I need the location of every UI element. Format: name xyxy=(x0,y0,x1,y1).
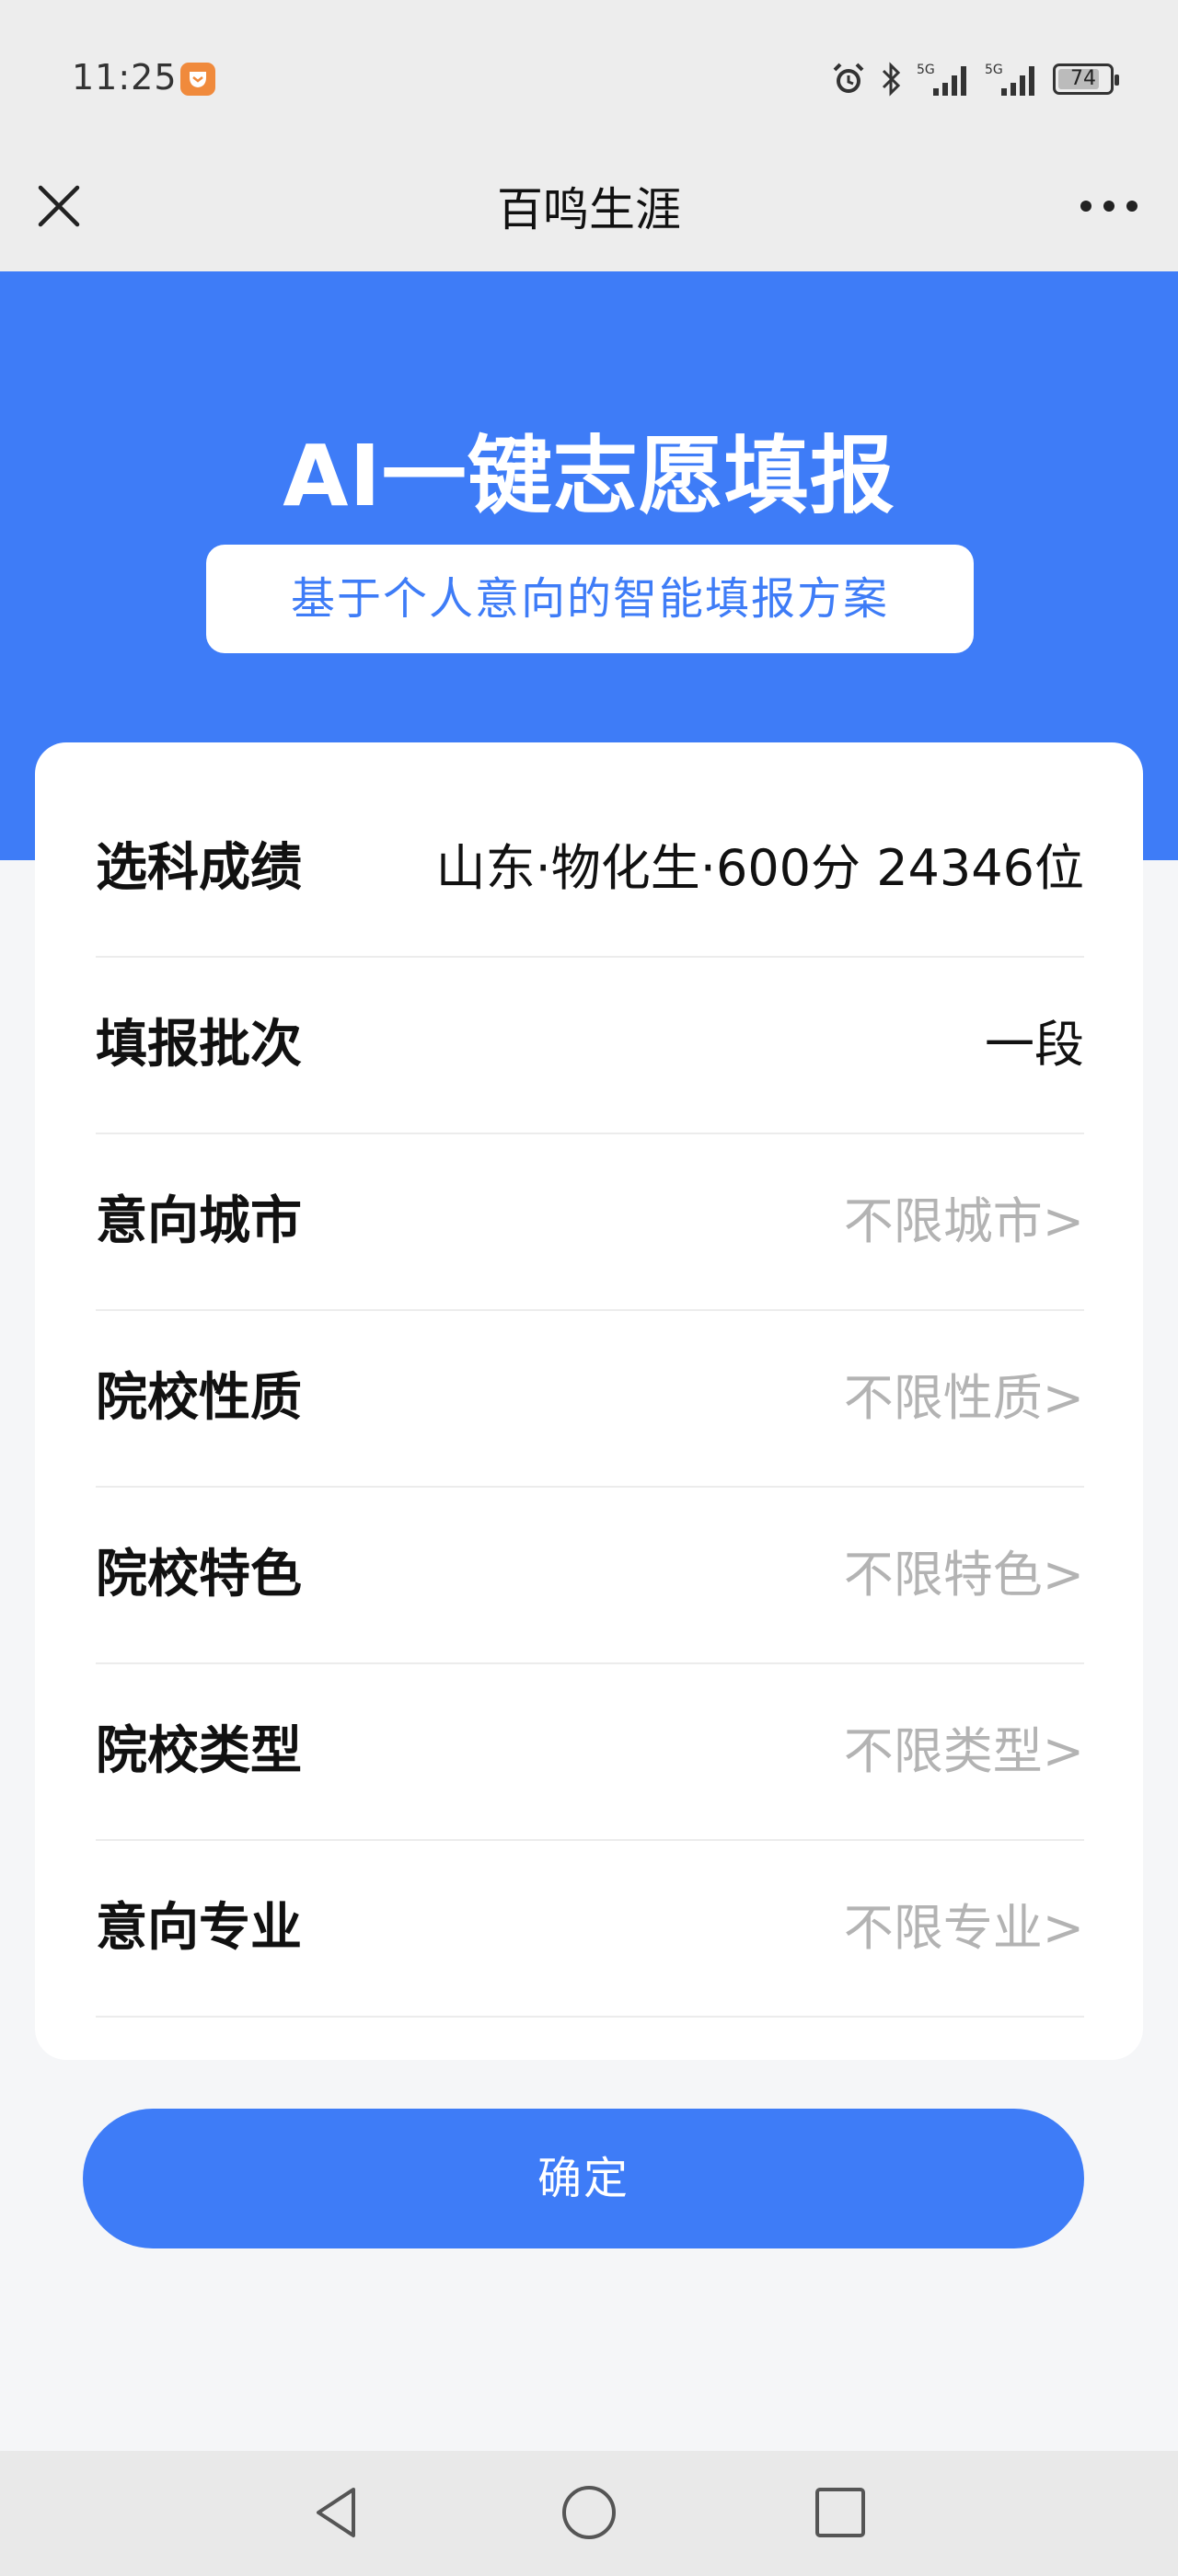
row-label: 院校类型 xyxy=(96,1721,302,1781)
hero-title: AI一键志愿填报 xyxy=(283,427,895,525)
form-row-school-feature[interactable]: 院校特色 不限特色> xyxy=(96,1488,1084,1664)
row-label: 填报批次 xyxy=(96,1015,302,1075)
row-value: 不限性质> xyxy=(843,1369,1084,1427)
page-title: 百鸣生涯 xyxy=(497,183,681,236)
more-options-icon[interactable] xyxy=(1077,186,1141,226)
row-label: 院校特色 xyxy=(96,1545,302,1604)
battery-icon: 74 xyxy=(1053,63,1119,95)
system-nav-bar xyxy=(0,2451,1178,2576)
row-value: 不限专业> xyxy=(843,1899,1084,1957)
row-label: 意向专业 xyxy=(96,1898,302,1958)
row-value: 山东·物化生·600分 24346位 xyxy=(435,839,1084,897)
form-row-major[interactable]: 意向专业 不限专业> xyxy=(96,1841,1084,2018)
row-label: 院校性质 xyxy=(96,1368,302,1428)
row-value: 不限城市> xyxy=(843,1192,1084,1250)
signal-5g-icon: 5G xyxy=(917,63,966,96)
alarm-icon xyxy=(833,63,864,93)
preferences-card: 选科成绩 山东·物化生·600分 24346位 填报批次 一段 意向城市 不限城… xyxy=(35,742,1143,2060)
status-icons: 5G 5G 74 xyxy=(830,59,1119,99)
form-row-school-nature[interactable]: 院校性质 不限性质> xyxy=(96,1311,1084,1488)
confirm-button[interactable]: 确定 xyxy=(83,2109,1084,2248)
home-icon[interactable] xyxy=(559,2482,619,2543)
row-value: 不限特色> xyxy=(843,1546,1084,1604)
form-row-school-type[interactable]: 院校类型 不限类型> xyxy=(96,1664,1084,1841)
nav-bar: 百鸣生涯 xyxy=(0,156,1178,271)
row-label: 意向城市 xyxy=(96,1191,302,1251)
row-value: 不限类型> xyxy=(843,1722,1084,1780)
hero-subtitle: 基于个人意向的智能填报方案 xyxy=(206,545,974,653)
form-row-subject-score[interactable]: 选科成绩 山东·物化生·600分 24346位 xyxy=(96,781,1084,958)
row-label: 选科成绩 xyxy=(96,838,302,898)
form-row-batch[interactable]: 填报批次 一段 xyxy=(96,958,1084,1134)
bluetooth-icon xyxy=(882,62,901,97)
status-time: 11:25 xyxy=(72,57,178,98)
network-label-2: 5G xyxy=(985,63,1003,77)
battery-level: 74 xyxy=(1070,67,1096,90)
network-label-1: 5G xyxy=(917,63,935,77)
back-icon[interactable] xyxy=(309,2482,364,2543)
recent-apps-icon[interactable] xyxy=(810,2482,871,2543)
app-notification-icon xyxy=(180,63,215,96)
signal-5g-icon-2: 5G xyxy=(985,63,1034,96)
status-bar: 11:25 5G 5G 74 xyxy=(0,0,1178,156)
form-row-city[interactable]: 意向城市 不限城市> xyxy=(96,1134,1084,1311)
row-value: 一段 xyxy=(985,1016,1084,1074)
